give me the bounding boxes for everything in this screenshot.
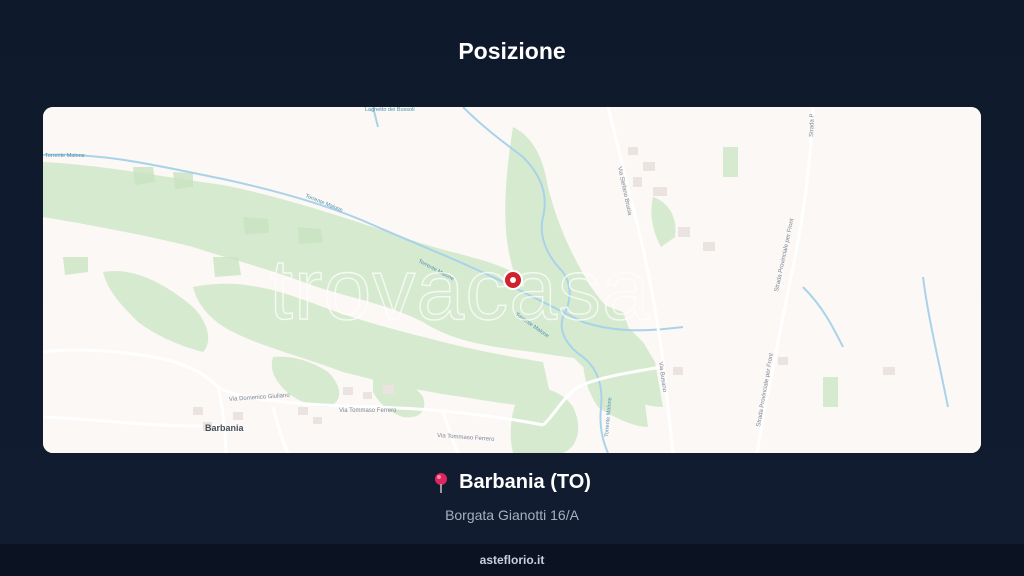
- map-container[interactable]: Torrente Malone Torrente Malone Torrente…: [43, 107, 981, 453]
- location-marker-icon[interactable]: [503, 270, 523, 290]
- map-label-town: Barbania: [205, 423, 245, 433]
- map-label-road: Strada P: [809, 114, 816, 138]
- footer-site[interactable]: asteflorio.it: [480, 553, 545, 567]
- map-label-water: Torrente Malone: [45, 153, 85, 159]
- map-label-lake: Laghetto dei Bussoli: [365, 107, 415, 113]
- location-address: Borgata Gianotti 16/A: [445, 506, 579, 523]
- page-title: Posizione: [458, 38, 566, 64]
- footer: asteflorio.it: [0, 544, 1024, 576]
- map-canvas[interactable]: Torrente Malone Torrente Malone Torrente…: [43, 107, 981, 453]
- watermark-logo: trovacasa: [269, 242, 651, 338]
- map-label-road: Via Tommaso Ferrero: [339, 408, 397, 414]
- location-info: Barbania (TO) Borgata Gianotti 16/A: [0, 471, 1024, 523]
- page: Posizione Torrente Malone Torrente Malon…: [0, 0, 1024, 576]
- location-name: Barbania (TO): [459, 471, 591, 493]
- map-pin-icon: [433, 472, 449, 494]
- location-title: Barbania (TO): [433, 471, 591, 494]
